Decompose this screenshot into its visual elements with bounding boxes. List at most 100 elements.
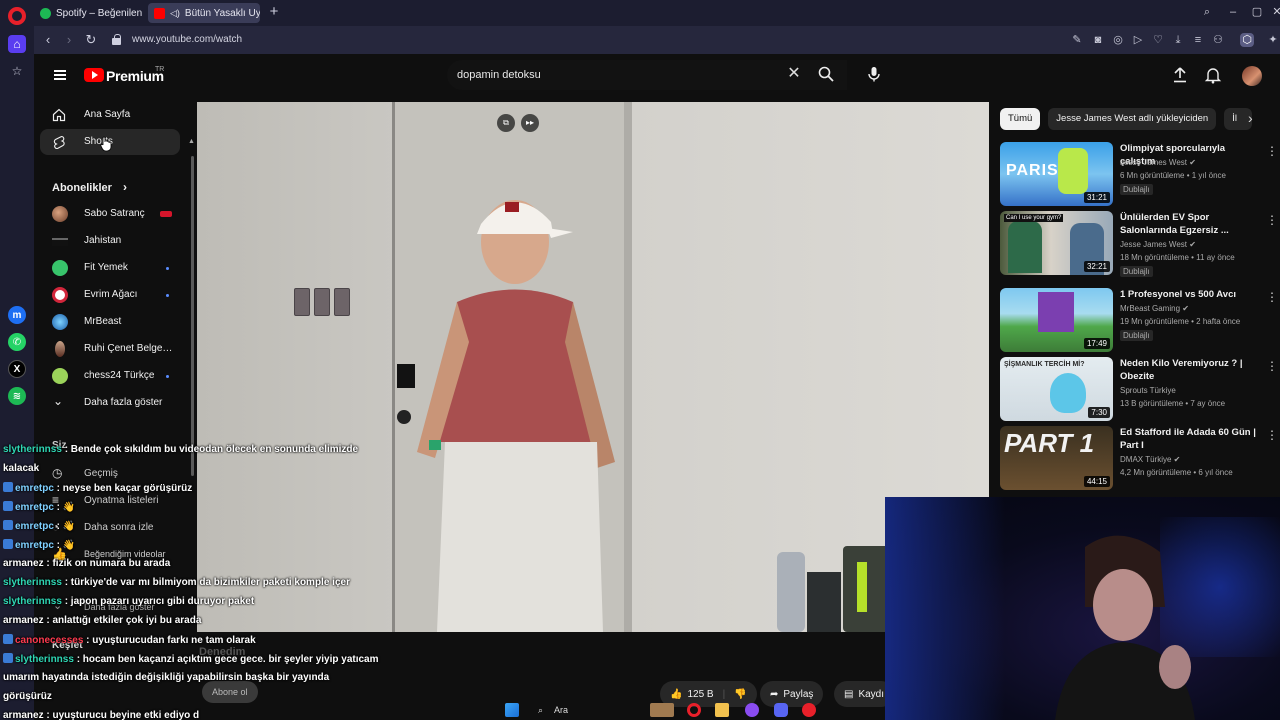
search-tabs-icon[interactable]: ⌕ xyxy=(1200,5,1214,19)
more-vert-icon[interactable]: ⋮ xyxy=(1266,428,1278,442)
clear-search-icon[interactable]: ✕ xyxy=(786,66,802,82)
edit-icon[interactable]: ✎ xyxy=(1070,33,1084,47)
channel-name[interactable]: DMAX Türkiye ✔ xyxy=(1120,455,1180,464)
subscription-item[interactable]: chess24 Türkçe xyxy=(40,364,180,388)
chat-username[interactable]: canonecesses xyxy=(15,635,83,646)
chat-username[interactable]: emretpc xyxy=(15,521,54,532)
upload-icon[interactable] xyxy=(1171,66,1189,84)
chat-username[interactable]: emretpc xyxy=(15,502,54,513)
menu-lines-icon[interactable]: ≡ xyxy=(1191,33,1205,47)
more-vert-icon[interactable]: ⋮ xyxy=(1266,290,1278,304)
player-icon[interactable]: ▷ xyxy=(1131,33,1145,47)
spotify-icon[interactable]: ≋ xyxy=(8,387,26,405)
chat-username[interactable]: armanez xyxy=(3,558,44,569)
subscription-item[interactable]: Sabo Satranç xyxy=(40,202,180,226)
aria-icon[interactable]: ✦ xyxy=(1266,33,1280,47)
opera-gx-icon[interactable] xyxy=(802,703,816,717)
home-icon[interactable]: ⌂ xyxy=(8,35,26,53)
video-title[interactable]: Neden Kilo Veremiyoruz ? | Obezite xyxy=(1120,357,1260,383)
video-thumbnail[interactable]: 17:49 xyxy=(1000,288,1113,352)
subscription-item[interactable]: Ruhi Çenet Belgese... xyxy=(40,337,180,361)
opera-taskbar-icon[interactable] xyxy=(687,703,701,717)
minimize-icon[interactable]: – xyxy=(1226,5,1240,19)
tab-youtube[interactable]: ◁) Bütün Yasaklı Uyarıcıl xyxy=(148,3,260,23)
chat-username[interactable]: slytherinnss xyxy=(3,596,62,607)
scroll-up-icon[interactable]: ▲ xyxy=(188,138,195,145)
audio-icon[interactable]: ◁) xyxy=(170,8,180,19)
video-thumbnail[interactable]: ŞİŞMANLIK TERCİH Mİ? 7:30 xyxy=(1000,357,1113,421)
opera-logo[interactable] xyxy=(8,7,26,25)
search-query[interactable]: dopamin detoksu xyxy=(457,69,541,81)
chat-username[interactable]: armanez xyxy=(3,710,44,720)
chat-username[interactable]: slytherinnss xyxy=(3,577,62,588)
chat-username[interactable]: emretpc xyxy=(15,540,54,551)
recommendation-item[interactable]: 17:49 1 Profesyonel vs 500 Avcı MrBeast … xyxy=(1000,288,1278,354)
profile-icon[interactable]: ⚇ xyxy=(1211,33,1225,47)
video-thumbnail[interactable]: Can I use your gym? 32:21 xyxy=(1000,211,1113,275)
url-field[interactable]: www.youtube.com/watch xyxy=(132,34,242,45)
webcam-light xyxy=(885,497,1005,720)
notifications-icon[interactable] xyxy=(1204,66,1222,84)
video-thumbnail[interactable]: PART 1 44:15 xyxy=(1000,426,1113,490)
vpn-icon[interactable]: ◎ xyxy=(1111,33,1125,47)
extensions-icon[interactable]: ⬡ xyxy=(1240,33,1254,47)
video-title[interactable]: Ed Stafford ile Adada 60 Gün | Part I xyxy=(1120,426,1260,452)
messenger-icon[interactable]: m xyxy=(8,306,26,324)
video-title[interactable]: 1 Profesyonel vs 500 Avcı xyxy=(1120,288,1260,301)
search-icon[interactable] xyxy=(817,65,835,83)
video-thumbnail[interactable]: PARIS 31:21 xyxy=(1000,142,1113,206)
close-window-icon[interactable]: ✕ xyxy=(1270,5,1280,19)
subscription-item[interactable]: Evrim Ağacı xyxy=(40,283,180,307)
reload-icon[interactable]: ↻ xyxy=(83,32,99,48)
x-icon[interactable]: X xyxy=(8,360,26,378)
chat-username[interactable]: armanez xyxy=(3,615,44,626)
recommendation-item[interactable]: PART 1 44:15 Ed Stafford ile Adada 60 Gü… xyxy=(1000,426,1278,492)
chat-username[interactable]: slytherinnss xyxy=(15,654,74,665)
discord-icon[interactable] xyxy=(774,703,788,717)
taskbar-search[interactable]: ⌕ Ara xyxy=(536,702,636,718)
channel-name[interactable]: Jesse James West ✔ xyxy=(1120,240,1196,249)
subscriptions-heading[interactable]: Abonelikler › xyxy=(52,180,127,194)
channel-name[interactable]: Jesse James West ✔ xyxy=(1120,158,1196,167)
microphone-icon[interactable] xyxy=(865,65,883,83)
subscription-item[interactable]: Jahistan xyxy=(40,229,180,253)
heart-icon[interactable]: ♡ xyxy=(1151,33,1165,47)
recommendation-item[interactable]: Can I use your gym? 32:21 Ünlülerden EV … xyxy=(1000,211,1278,277)
account-avatar[interactable] xyxy=(1242,66,1262,86)
windows-start-icon[interactable] xyxy=(505,703,519,717)
skip-icon[interactable]: ▸▸ xyxy=(521,114,539,132)
chip-all[interactable]: Tümü xyxy=(1000,108,1041,130)
camera-icon[interactable]: ◙ xyxy=(1091,33,1105,47)
sidebar-item-home[interactable]: Ana Sayfa xyxy=(40,102,180,128)
file-explorer-icon[interactable] xyxy=(715,703,729,717)
chat-username[interactable]: slytherinnss xyxy=(3,444,62,455)
video-title[interactable]: Ünlülerden EV Spor Salonlarında Egzersiz… xyxy=(1120,211,1260,237)
channel-name[interactable]: Sprouts Türkiye xyxy=(1120,386,1176,395)
subscription-item[interactable]: Fit Yemek xyxy=(40,256,180,280)
recommendation-item[interactable]: ŞİŞMANLIK TERCİH Mİ? 7:30 Neden Kilo Ver… xyxy=(1000,357,1278,423)
maximize-icon[interactable]: ▢ xyxy=(1250,5,1264,19)
download-icon[interactable]: ⤓ xyxy=(1171,33,1185,47)
app-icon[interactable] xyxy=(745,703,759,717)
subscription-item[interactable]: MrBeast xyxy=(40,310,180,334)
tab-spotify[interactable]: Spotify – Beğenilen Şarkıl xyxy=(34,3,144,23)
chip-uploader[interactable]: Jesse James West adlı yükleyiciden xyxy=(1048,108,1217,130)
widget-icon[interactable] xyxy=(650,703,674,717)
channel-name[interactable]: MrBeast Gaming ✔ xyxy=(1120,304,1189,313)
forward-icon[interactable]: › xyxy=(61,32,77,48)
show-more-button[interactable]: ⌄ Daha fazla göster xyxy=(40,391,180,415)
sidebar-scrollbar[interactable] xyxy=(191,156,194,476)
new-tab-icon[interactable]: + xyxy=(266,4,282,20)
menu-icon[interactable] xyxy=(54,70,66,80)
recommendation-item[interactable]: PARIS 31:21 Olimpiyat sporcularıyla çalı… xyxy=(1000,142,1278,208)
chevron-right-icon[interactable]: › xyxy=(1248,110,1253,126)
more-vert-icon[interactable]: ⋮ xyxy=(1266,359,1278,373)
star-icon[interactable]: ☆ xyxy=(8,62,26,80)
whatsapp-icon[interactable]: ✆ xyxy=(8,333,26,351)
more-vert-icon[interactable]: ⋮ xyxy=(1266,213,1278,227)
more-vert-icon[interactable]: ⋮ xyxy=(1266,144,1278,158)
back-icon[interactable]: ‹ xyxy=(40,32,56,48)
youtube-logo-icon[interactable] xyxy=(84,68,104,82)
miniplayer-icon[interactable]: ⧉ xyxy=(497,114,515,132)
chat-username[interactable]: emretpc xyxy=(15,483,54,494)
